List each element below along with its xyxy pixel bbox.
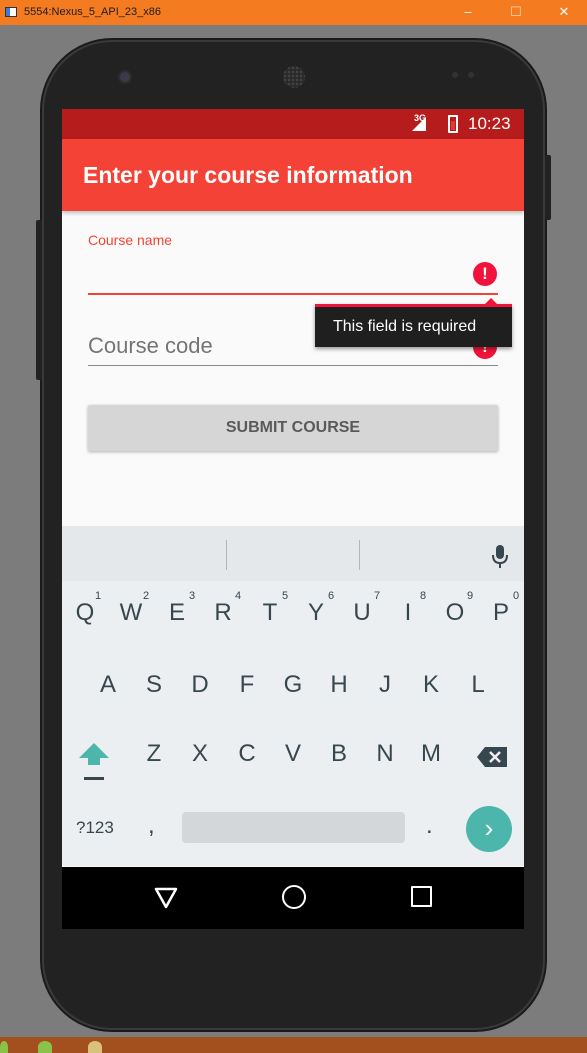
battery-icon <box>448 115 458 133</box>
error-message: This field is required <box>333 318 477 335</box>
key-x[interactable]: X <box>177 740 223 768</box>
network-type: 3G <box>414 113 427 123</box>
key-o[interactable]: O <box>432 599 478 627</box>
key-h[interactable]: H <box>316 671 362 699</box>
backspace-icon[interactable] <box>476 746 508 768</box>
key-u-number: 7 <box>373 590 381 602</box>
home-icon[interactable] <box>282 885 306 909</box>
device-screen: 3G 10:23 Enter your course information C… <box>62 109 524 929</box>
close-window-button[interactable]: ✕ <box>554 3 574 21</box>
key-u[interactable]: U <box>339 599 385 627</box>
proximity-sensor <box>452 72 458 78</box>
suggestion-divider <box>226 540 227 570</box>
app-bar: Enter your course information <box>62 139 524 211</box>
volume-button[interactable] <box>36 220 42 380</box>
taskbar-app-icon[interactable] <box>0 1041 8 1053</box>
emulator-app-icon <box>5 7 17 17</box>
key-e-number: 3 <box>188 590 196 602</box>
key-l[interactable]: L <box>455 671 501 699</box>
mic-icon[interactable] <box>490 544 510 570</box>
clock: 10:23 <box>468 114 511 133</box>
space-bar[interactable] <box>182 812 405 843</box>
key-y-number: 6 <box>327 590 335 602</box>
key-p-number: 0 <box>512 590 520 602</box>
error-icon: ! <box>473 262 497 286</box>
course-code-underline <box>88 365 498 366</box>
key-j[interactable]: J <box>362 671 408 699</box>
tooltip-accent-bar <box>315 304 512 307</box>
key-s[interactable]: S <box>131 671 177 699</box>
key-v[interactable]: V <box>270 740 316 768</box>
power-button[interactable] <box>545 155 551 220</box>
key-e[interactable]: E <box>154 599 200 627</box>
key-b[interactable]: B <box>316 740 362 768</box>
key-i-number: 8 <box>419 590 427 602</box>
emulator-title-bar: 5554:Nexus_5_API_23_x86 – ☐ ✕ <box>0 0 587 25</box>
minimize-button[interactable]: – <box>458 3 478 21</box>
key-w[interactable]: W <box>108 599 154 627</box>
earpiece-speaker <box>283 66 305 88</box>
navigation-bar <box>62 867 524 929</box>
window-title: 5554:Nexus_5_API_23_x86 <box>24 6 161 18</box>
key-m[interactable]: M <box>408 740 454 768</box>
course-name-label: Course name <box>88 232 173 248</box>
key-p[interactable]: P <box>478 599 524 627</box>
key-d[interactable]: D <box>177 671 223 699</box>
course-name-input[interactable] <box>88 259 468 289</box>
android-icon[interactable] <box>38 1041 52 1053</box>
key-t[interactable]: T <box>247 599 293 627</box>
suggestion-divider <box>359 540 360 570</box>
enter-icon[interactable]: › <box>466 806 512 852</box>
key-t-number: 5 <box>281 590 289 602</box>
period-key[interactable]: . <box>426 812 433 840</box>
soft-keyboard: Q 1 W 2 E 3 R 4 T 5 Y 6 U 7 I 8 O 9 P 0 … <box>62 526 524 866</box>
key-z[interactable]: Z <box>131 740 177 768</box>
key-f[interactable]: F <box>224 671 270 699</box>
key-k[interactable]: K <box>408 671 454 699</box>
key-q-number: 1 <box>94 590 102 602</box>
key-i[interactable]: I <box>385 599 431 627</box>
course-name-underline <box>88 293 498 295</box>
key-r[interactable]: R <box>200 599 246 627</box>
key-w-number: 2 <box>142 590 150 602</box>
recents-icon[interactable] <box>411 886 432 907</box>
submit-course-button[interactable]: SUBMIT COURSE <box>88 405 498 451</box>
suggestion-strip <box>62 526 524 581</box>
front-camera <box>120 72 130 82</box>
light-sensor <box>468 72 474 78</box>
status-bar: 3G 10:23 <box>62 109 524 139</box>
taskbar-app-icon[interactable] <box>88 1041 102 1053</box>
error-tooltip: This field is required <box>315 298 512 347</box>
key-c[interactable]: C <box>224 740 270 768</box>
key-q[interactable]: Q <box>62 599 108 627</box>
key-n[interactable]: N <box>362 740 408 768</box>
key-a[interactable]: A <box>85 671 131 699</box>
key-g[interactable]: G <box>270 671 316 699</box>
symbols-key[interactable]: ?123 <box>76 818 114 838</box>
key-r-number: 4 <box>234 590 242 602</box>
key-y[interactable]: Y <box>293 599 339 627</box>
back-icon[interactable] <box>154 886 178 910</box>
shift-icon[interactable] <box>78 741 110 783</box>
course-code-input[interactable]: Course code <box>88 333 213 359</box>
key-o-number: 9 <box>466 590 474 602</box>
page-title: Enter your course information <box>83 162 413 188</box>
comma-key[interactable]: , <box>148 812 155 840</box>
maximize-button[interactable]: ☐ <box>506 3 526 21</box>
